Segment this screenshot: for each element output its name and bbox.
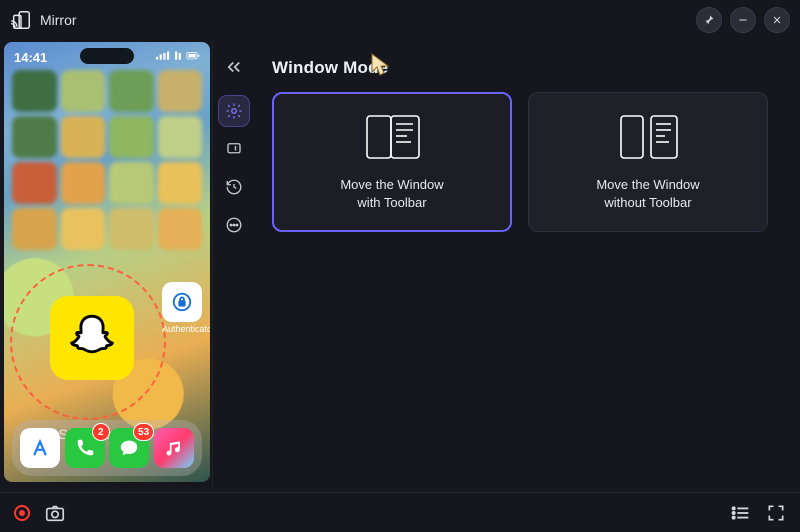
app-brand: Mirror [10,9,77,31]
phone-badge: 2 [92,423,110,441]
toolbar-screen-button[interactable] [219,134,249,164]
card-label: Move the Windowwith Toolbar [340,176,443,212]
phone-status-bar: 14:41 [14,46,200,68]
authenticator-app[interactable]: Authenticator [162,282,202,334]
minimize-button[interactable] [730,7,756,33]
list-view-button[interactable] [730,502,752,524]
record-icon [14,505,30,521]
section-heading: Window Mode [272,58,788,78]
screenshot-button[interactable] [44,502,66,524]
window-mode-without-toolbar-card[interactable]: Move the Windowwithout Toolbar [528,92,768,232]
more-icon [225,216,243,234]
authenticator-app-icon [162,282,202,322]
snapchat-app-icon[interactable] [50,296,134,380]
settings-content: Window Mode Move the Windowwith Toolbar [254,40,800,488]
minimize-icon [737,14,749,26]
window-without-toolbar-icon [609,112,687,162]
snapchat-ghost-icon [63,309,121,367]
dock-app-phone[interactable]: 2 [65,428,105,468]
dock-app-appstore[interactable] [20,428,60,468]
close-icon [771,14,783,26]
phone-status-icons [156,50,200,65]
app-title: Mirror [40,12,77,28]
toolbar-settings-button[interactable] [219,96,249,126]
lock-icon [171,291,193,313]
toolbar-more-button[interactable] [219,210,249,240]
camera-icon [44,502,66,524]
snapchat-highlight: Snapchat [10,260,166,442]
dock-app-messages[interactable]: 53 [109,428,149,468]
phone-dock: 2 53 [12,420,202,476]
message-icon [118,437,140,459]
pin-button[interactable] [696,7,722,33]
pin-icon [703,14,715,26]
messages-badge: 53 [133,423,154,441]
chevron-double-left-icon [225,58,243,76]
letter-a-icon [29,437,51,459]
authenticator-app-label: Authenticator [162,324,202,334]
record-button[interactable] [14,505,30,521]
history-icon [225,178,243,196]
side-toolbar [212,40,254,488]
cast-icon [10,9,32,31]
window-with-toolbar-icon [353,112,431,162]
titlebar: Mirror [0,0,800,40]
close-button[interactable] [764,7,790,33]
dock-app-music[interactable] [154,428,194,468]
card-label: Move the Windowwithout Toolbar [596,176,699,212]
fullscreen-button[interactable] [766,503,786,523]
list-icon [730,502,752,524]
window-buttons [696,7,790,33]
music-icon [164,438,184,458]
toolbar-history-button[interactable] [219,172,249,202]
cursor-pointer-icon [368,52,392,83]
screen-icon [225,140,243,158]
bottom-bar [0,492,800,532]
window-mode-with-toolbar-card[interactable]: Move the Windowwith Toolbar [272,92,512,232]
phone-time: 14:41 [14,50,47,65]
phone-icon [74,437,96,459]
pixelated-wallpaper [12,70,202,250]
gear-icon [225,102,243,120]
collapse-toolbar-button[interactable] [219,52,249,82]
phone-mirror-preview[interactable]: 14:41 Authenticator Snapchat [4,42,210,482]
fullscreen-icon [766,503,786,523]
